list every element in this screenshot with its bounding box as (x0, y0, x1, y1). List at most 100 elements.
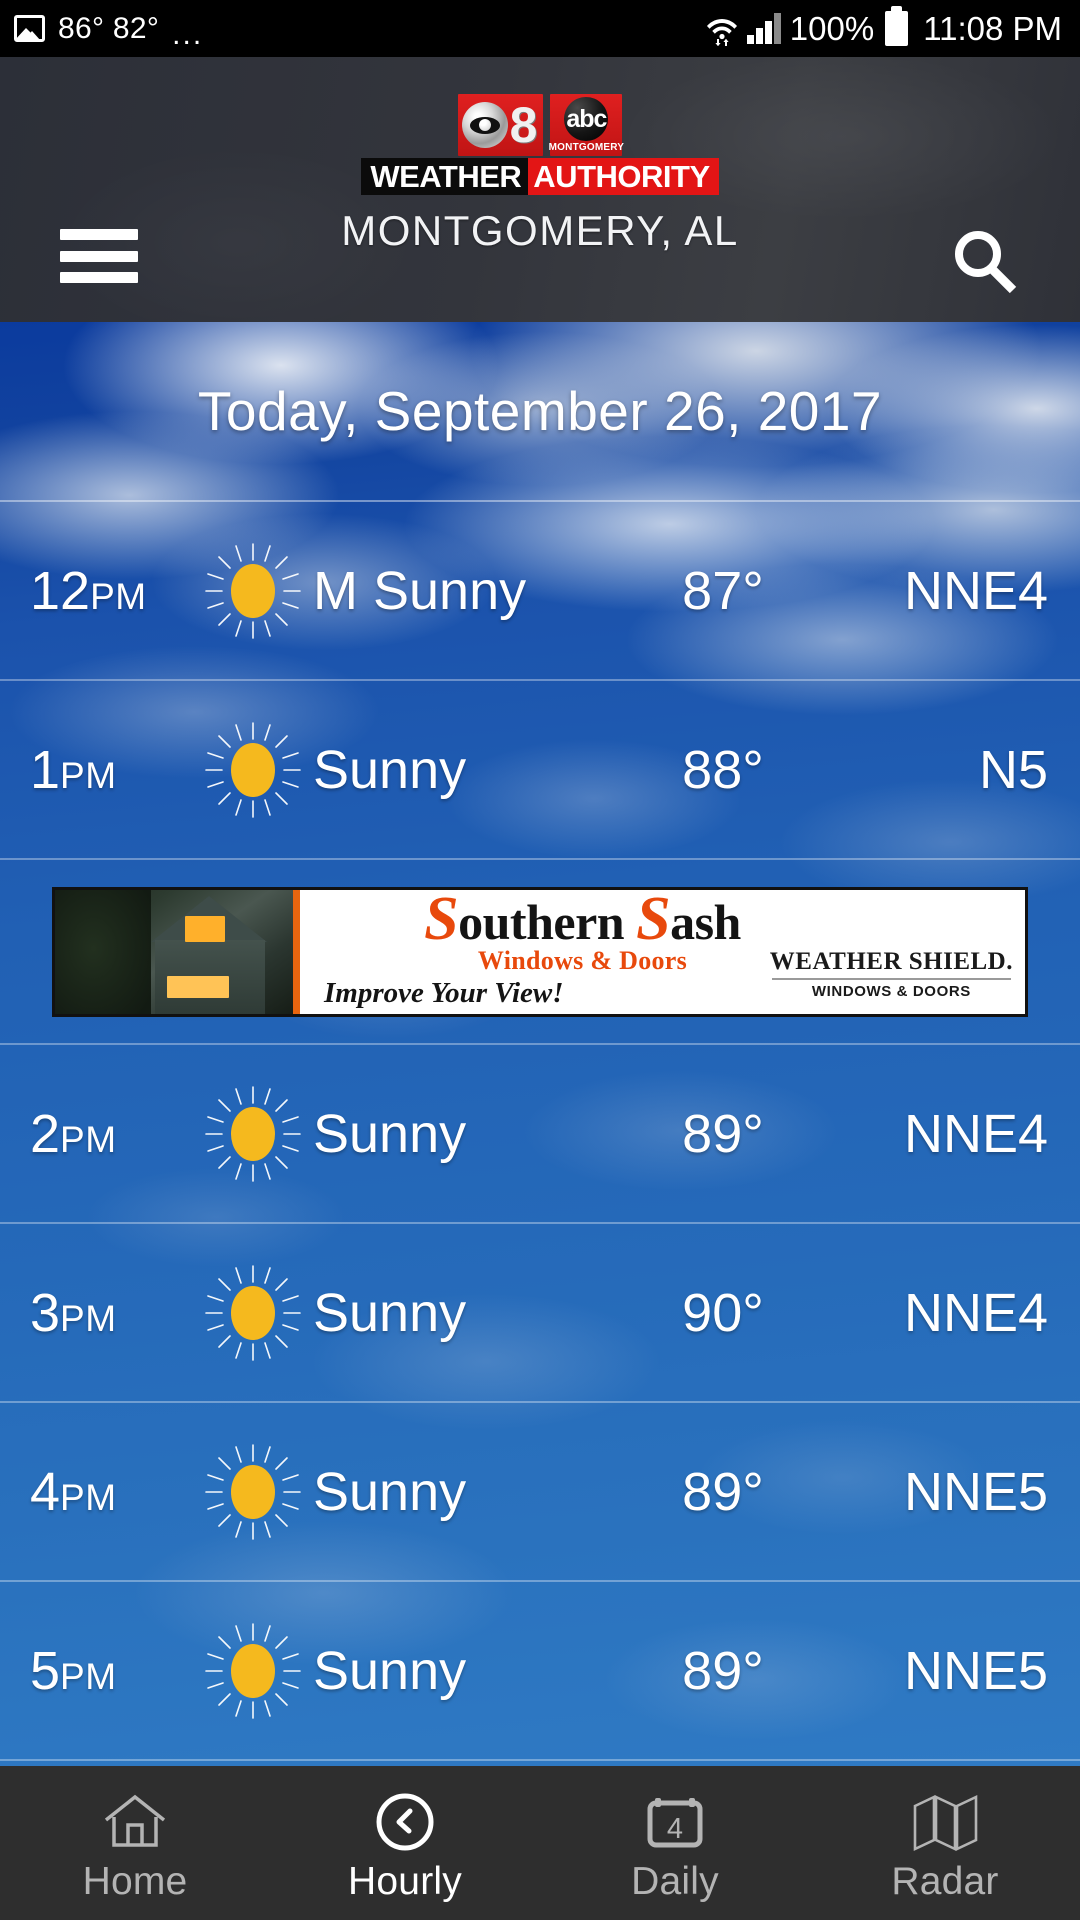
ad-brand-word1: outhern (458, 893, 625, 950)
hour-wind: NNE4 (903, 560, 1048, 621)
sunny-icon (205, 721, 301, 818)
ad-partner-logo: WEATHER SHIELD. WINDOWS & DOORS (770, 948, 1013, 1001)
battery-percent-label: 100% (789, 10, 875, 47)
app-header: 8 abc MONTGOMERY WEATHER AUTHORITY MONTG… (0, 57, 1080, 322)
home-icon (102, 1789, 168, 1855)
ad-brand-title: Southern Sash (314, 890, 1017, 950)
hour-temperature: 89° (682, 1103, 764, 1164)
ad-text-area: Southern Sash Windows & Doors Improve Yo… (300, 890, 1025, 1014)
station-logo: 8 abc MONTGOMERY WEATHER AUTHORITY MONTG… (0, 94, 1080, 255)
hour-wind: N5 (978, 739, 1048, 800)
hour-wind: NNE4 (903, 1282, 1048, 1343)
hour-temperature: 89° (682, 1640, 764, 1701)
ad-brand-s1: S (424, 886, 459, 953)
hourly-row[interactable]: 4PM Sunny 89° NNE5 (0, 1403, 1080, 1582)
tab-radar-label: Radar (891, 1860, 999, 1903)
ad-divider (293, 889, 300, 1014)
hour-value: 3 (30, 1282, 61, 1343)
hour-ampm: PM (60, 1118, 117, 1160)
bottom-tab-bar: Home Hourly 4 Daily Radar (0, 1766, 1080, 1920)
hamburger-menu-icon[interactable] (60, 229, 138, 283)
hour-condition: Sunny (313, 1282, 467, 1343)
weather-authority-lockup: WEATHER AUTHORITY (361, 158, 719, 195)
hour-ampm: PM (60, 1655, 117, 1697)
tab-home[interactable]: Home (0, 1766, 270, 1920)
hour-time: 3PM (30, 1282, 205, 1344)
abc-label: abc (566, 104, 607, 133)
sunny-icon (205, 1264, 301, 1361)
hourly-forecast-list: Today, September 26, 2017 12PM M Sunny 8… (0, 322, 1080, 1766)
logo-network-row: 8 abc MONTGOMERY (457, 94, 625, 156)
wifi-icon (706, 12, 738, 46)
weather-app-screen: 86° 82° ... 100% 11:08 PM 8 abc MONTGOME… (0, 0, 1080, 1920)
map-icon (910, 1789, 980, 1855)
location-label: MONTGOMERY, AL (341, 207, 739, 254)
status-bar-overflow-icon: ... (172, 17, 204, 51)
search-icon[interactable] (945, 222, 1025, 302)
sunny-icon (205, 542, 301, 639)
hour-ampm: PM (90, 575, 147, 617)
hourly-row[interactable]: 5PM Sunny 89° NNE5 (0, 1582, 1080, 1761)
ad-brand-s2: S (636, 886, 671, 953)
tab-hourly[interactable]: Hourly (270, 1766, 540, 1920)
hour-wind: NNE4 (903, 1103, 1048, 1164)
status-bar-left: 86° 82° ... (14, 11, 203, 51)
tab-daily[interactable]: 4 Daily (540, 1766, 810, 1920)
hour-temperature: 89° (682, 1461, 764, 1522)
date-header: Today, September 26, 2017 (0, 322, 1080, 502)
hour-ampm: PM (60, 754, 117, 796)
house-photo (55, 889, 293, 1014)
calendar-icon: 4 (644, 1789, 706, 1855)
hour-value: 1 (30, 739, 61, 800)
signal-bars-icon (746, 13, 781, 44)
advertisement-slot[interactable]: Southern Sash Windows & Doors Improve Yo… (0, 860, 1080, 1045)
ad-banner-southern-sash[interactable]: Southern Sash Windows & Doors Improve Yo… (52, 886, 1028, 1017)
sunny-icon (205, 1085, 301, 1182)
ad-partner-name: WEATHER SHIELD. (769, 947, 1013, 975)
hour-time: 4PM (30, 1461, 205, 1523)
abc-city-label: MONTGOMERY (548, 142, 625, 153)
tab-daily-label: Daily (631, 1860, 719, 1903)
hour-condition: Sunny (313, 1461, 467, 1522)
channel-number: 8 (509, 97, 538, 153)
hour-time: 1PM (30, 739, 205, 801)
hour-temperature: 87° (682, 560, 764, 621)
clock-icon (374, 1789, 436, 1855)
weather-word: WEATHER (361, 158, 529, 195)
hourly-row[interactable]: 2PM Sunny 89° NNE4 (0, 1045, 1080, 1224)
hourly-row[interactable]: 12PM M Sunny 87° NNE4 (0, 502, 1080, 681)
battery-full-icon (885, 6, 909, 46)
tab-hourly-label: Hourly (348, 1860, 462, 1903)
date-label: Today, September 26, 2017 (197, 380, 883, 442)
hour-condition: Sunny (313, 1103, 467, 1164)
android-status-bar: 86° 82° ... 100% 11:08 PM (0, 0, 1080, 57)
calendar-badge-number: 4 (666, 1813, 684, 1845)
tab-home-label: Home (82, 1860, 188, 1903)
hour-wind: NNE5 (903, 1461, 1048, 1522)
hour-temperature: 90° (682, 1282, 764, 1343)
hour-wind: NNE5 (903, 1640, 1048, 1701)
image-icon (14, 15, 45, 42)
hour-time: 5PM (30, 1640, 205, 1702)
authority-word: AUTHORITY (528, 158, 719, 195)
hour-condition: M Sunny (313, 560, 527, 621)
hour-ampm: PM (60, 1297, 117, 1339)
hour-time: 2PM (30, 1103, 205, 1165)
sunny-icon (205, 1443, 301, 1540)
status-bar-temps: 86° 82° (58, 11, 160, 45)
abc-badge: abc MONTGOMERY (548, 94, 625, 156)
ad-partner-rule (771, 977, 1011, 980)
ad-brand-word2: ash (670, 893, 741, 950)
hourly-row[interactable]: 3PM Sunny 90° NNE4 (0, 1224, 1080, 1403)
hour-ampm: PM (60, 1476, 117, 1518)
hour-condition: Sunny (313, 1640, 467, 1701)
hour-value: 12 (30, 560, 91, 621)
hourly-row[interactable]: 1PM Sunny 88° N5 (0, 681, 1080, 860)
cbs-eye-icon (461, 102, 508, 148)
hour-value: 5 (30, 1640, 61, 1701)
abc-circle-icon: abc (564, 97, 609, 141)
tab-radar[interactable]: Radar (810, 1766, 1080, 1920)
clock-time-label: 11:08 PM (923, 10, 1062, 47)
hour-time: 12PM (30, 560, 205, 622)
hour-value: 2 (30, 1103, 61, 1164)
